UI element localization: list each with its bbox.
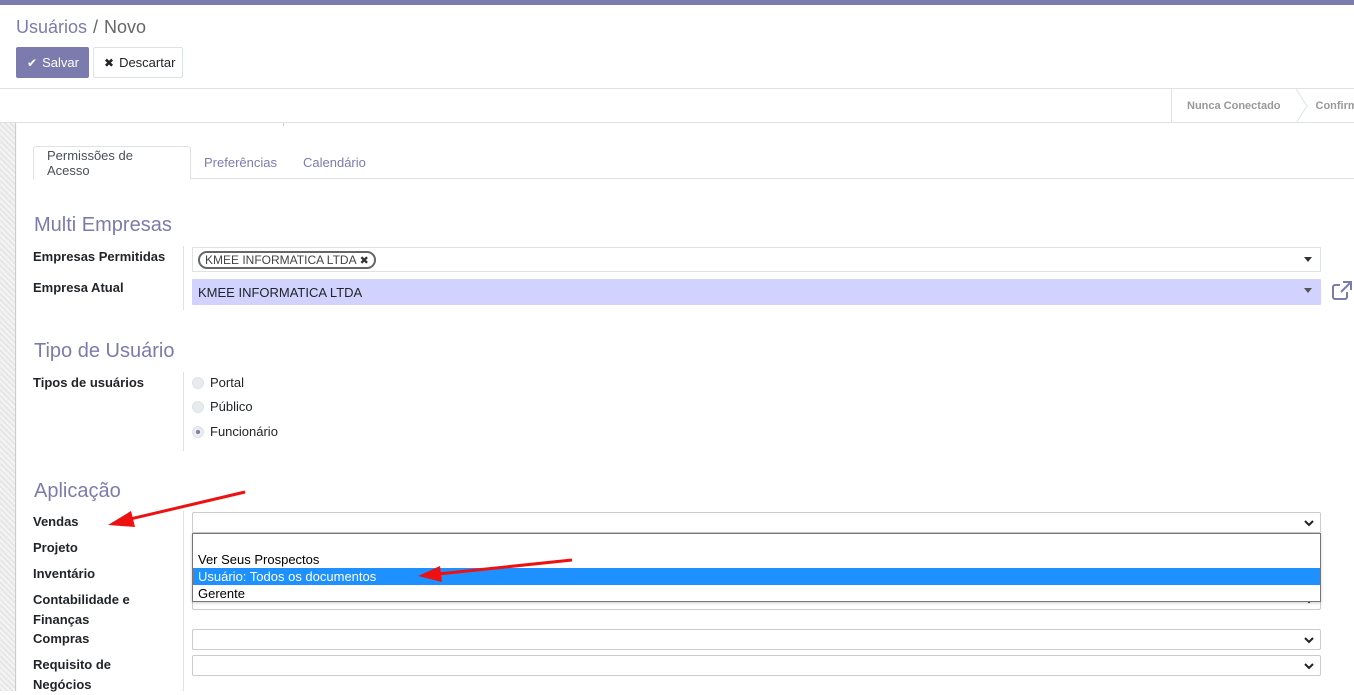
label-project: Projeto [33,540,78,555]
radio-button[interactable] [192,400,204,413]
chevron-down-icon [1304,520,1314,527]
discard-button[interactable]: ✖ Descartar [93,47,183,78]
sales-dropdown-list: Ver Seus Prospectos Usuário: Todos os do… [192,533,1321,602]
company-tag-label: KMEE INFORMATICA LTDA [205,253,357,267]
label-business-requirement: Requisito de Negócios [33,657,112,692]
business-requirement-select[interactable] [192,655,1321,676]
dropdown-option-highlighted[interactable]: Usuário: Todos os documentos [193,568,1320,585]
breadcrumb-parent-link[interactable]: Usuários [16,17,87,37]
label-allowed-companies: Empresas Permitidas [33,249,166,264]
label-user-types: Tipos de usuários [33,375,145,390]
label-purchases: Compras [33,631,90,646]
current-company-value: KMEE INFORMATICA LTDA [198,285,363,300]
breadcrumb: Usuários / Novo [16,17,146,38]
times-icon: ✖ [104,55,115,70]
label-divider [183,372,184,451]
label-inventory: Inventário [33,566,96,581]
dropdown-option-empty[interactable] [193,534,1320,551]
chevron-down-icon [1304,637,1314,644]
radio-button-checked[interactable] [192,425,204,438]
check-icon: ✔ [27,55,38,70]
status-chevron-icon [1295,89,1308,123]
status-step-never-connected[interactable]: Nunca Conectado [1172,89,1296,123]
save-button[interactable]: ✔ Salvar [16,47,89,78]
radio-button[interactable] [192,376,204,389]
company-tag: KMEE INFORMATICA LTDA ✖ [198,251,376,269]
tab-calendar[interactable]: Calendário [290,146,379,179]
purchases-select[interactable] [192,629,1321,650]
label-current-company: Empresa Atual [33,280,124,295]
dropdown-option[interactable]: Ver Seus Prospectos [193,551,1320,568]
radio-employee[interactable]: Funcionário [192,424,278,439]
notebook-tabs: Permissões de Acesso Preferências Calend… [33,146,1354,180]
dropdown-option[interactable]: Gerente [193,585,1320,602]
control-panel: Usuários / Novo ✔ Salvar ✖ Descartar [0,5,1354,89]
sheet-divider-tick [283,123,284,126]
chevron-down-icon [1304,663,1314,670]
caret-down-icon[interactable] [1304,257,1312,262]
external-link-icon[interactable] [1332,281,1352,301]
section-title-application: Aplicação [34,480,121,502]
save-button-label: Salvar [42,55,79,70]
breadcrumb-current: Novo [104,17,147,37]
label-divider [183,511,184,691]
radio-label: Funcionário [210,424,278,439]
section-title-user-type: Tipo de Usuário [34,340,175,362]
breadcrumb-separator: / [93,17,99,37]
label-divider [183,246,184,310]
remove-tag-icon[interactable]: ✖ [360,254,369,267]
status-step-confirmed[interactable]: Confirm [1308,89,1354,123]
label-sales: Vendas [33,514,79,529]
radio-label: Portal [210,375,244,390]
current-company-field[interactable]: KMEE INFORMATICA LTDA [192,279,1321,305]
status-bar: Nunca Conectado Confirm [0,89,1354,123]
status-steps: Nunca Conectado Confirm [1171,89,1354,123]
tab-preferences[interactable]: Preferências [191,146,290,179]
section-title-multi-company: Multi Empresas [34,214,172,236]
sales-select[interactable] [192,512,1321,533]
left-scroll-strip [0,123,16,691]
tab-access-rights[interactable]: Permissões de Acesso [33,146,191,180]
radio-portal[interactable]: Portal [192,375,244,390]
radio-public[interactable]: Público [192,399,253,414]
caret-down-icon[interactable] [1304,288,1312,293]
label-accounting: Contabilidade e Finanças [33,592,130,627]
discard-button-label: Descartar [119,55,176,70]
allowed-companies-field[interactable]: KMEE INFORMATICA LTDA ✖ [192,247,1321,272]
radio-label: Público [210,399,253,414]
